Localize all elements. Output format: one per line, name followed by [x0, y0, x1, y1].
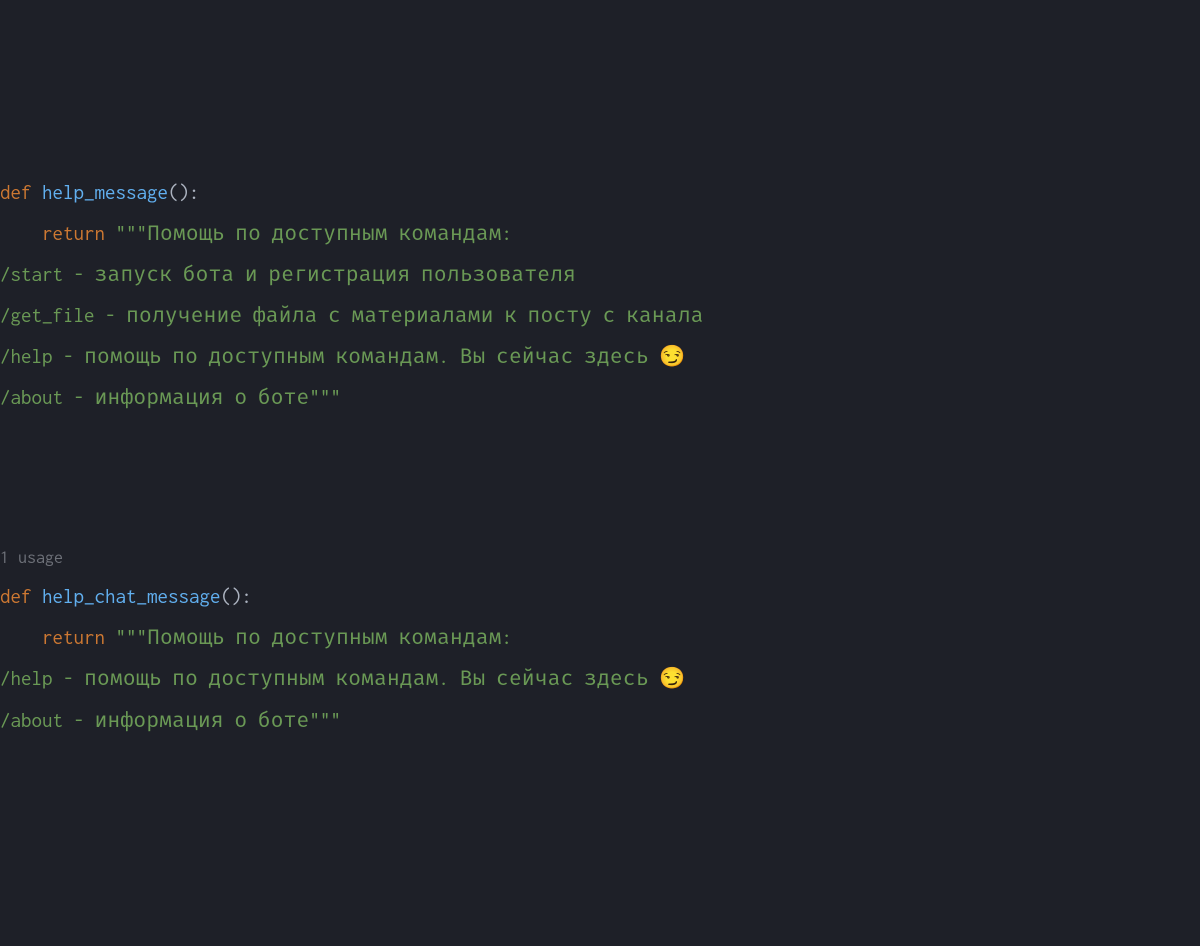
code-line: def help_chat_message(): [0, 576, 1200, 617]
string-literal: /about - информация о боте [0, 709, 309, 731]
keyword-def: def [0, 585, 42, 607]
string-literal: """ [116, 626, 148, 648]
string-literal: /help - помощь по доступным командам. Вы… [0, 667, 659, 689]
string-literal: Помощь по доступным командам: [147, 626, 512, 648]
keyword-return: return [0, 626, 116, 648]
string-literal: """ [116, 222, 148, 244]
string-literal: /start - запуск бота и регистрация польз… [0, 263, 576, 285]
string-literal: /help - помощь по доступным командам. Вы… [0, 345, 659, 367]
code-line: def help_message(): [0, 172, 1200, 213]
code-line: /help - помощь по доступным командам. Вы… [0, 336, 1200, 378]
params: (): [168, 181, 200, 203]
keyword-return: return [0, 222, 116, 244]
keyword-def: def [0, 181, 42, 203]
string-literal: /about - информация о боте [0, 386, 309, 408]
emoji-smirk-icon: 😏 [659, 667, 685, 691]
code-line: /about - информация о боте""" [0, 377, 1200, 418]
code-line: /help - помощь по доступным командам. Вы… [0, 658, 1200, 700]
params: (): [221, 585, 253, 607]
string-literal: Помощь по доступным командам: [147, 222, 512, 244]
code-line: /get_file - получение файла с материалам… [0, 295, 1200, 336]
emoji-smirk-icon: 😏 [659, 345, 685, 369]
code-line [0, 459, 1200, 500]
code-line [0, 418, 1200, 459]
code-line: /start - запуск бота и регистрация польз… [0, 254, 1200, 295]
string-literal: """ [309, 386, 341, 408]
function-name: help_chat_message [42, 585, 221, 607]
string-literal: """ [309, 709, 341, 731]
usage-hint[interactable]: 1 usage [0, 541, 1200, 576]
function-name: help_message [42, 181, 168, 203]
code-line [0, 500, 1200, 541]
code-line: return """Помощь по доступным командам: [0, 617, 1200, 658]
code-editor[interactable]: def help_message(): return """Помощь по … [0, 172, 1200, 741]
code-line: return """Помощь по доступным командам: [0, 213, 1200, 254]
string-literal: /get_file - получение файла с материалам… [0, 304, 704, 326]
code-line: /about - информация о боте""" [0, 700, 1200, 741]
